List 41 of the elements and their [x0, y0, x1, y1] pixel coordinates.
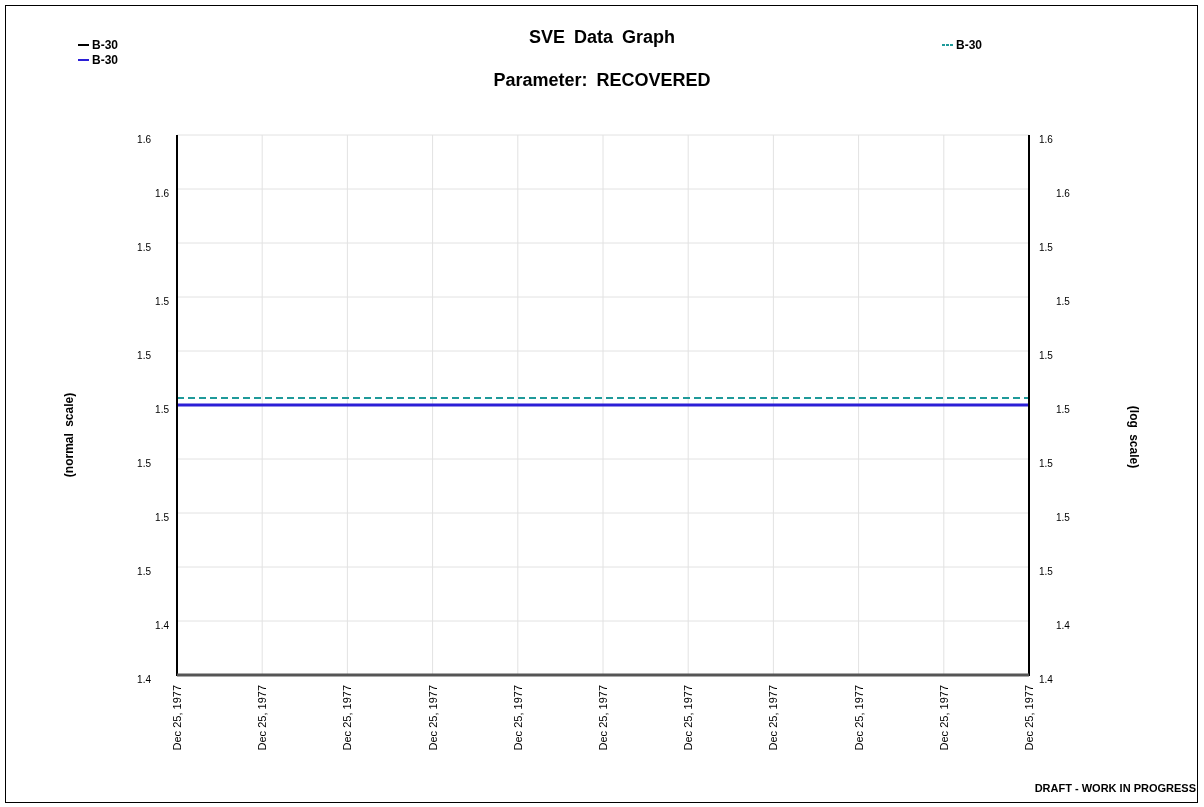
x-tick-label: Dec 25, 1977 — [937, 685, 950, 751]
x-tick-label: Dec 25, 1977 — [171, 685, 183, 751]
y-tick-label: 1.5 — [1039, 458, 1053, 469]
y-tick-label: 1.5 — [155, 296, 169, 307]
left-axis-title: (normal scale) — [62, 392, 76, 478]
y-tick-label: 1.5 — [137, 458, 151, 469]
y-tick-label: 1.5 — [1056, 296, 1070, 307]
y-tick-label: 1.5 — [137, 350, 151, 361]
draft-notice: DRAFT - WORK IN PROGRESS — [1034, 782, 1196, 794]
x-tick-label: Dec 25, 1977 — [1023, 685, 1035, 751]
y-tick-label: 1.5 — [155, 512, 169, 523]
x-tick-label: Dec 25, 1977 — [852, 685, 865, 751]
x-tick-label: Dec 25, 1977 — [256, 685, 269, 751]
chart-title: SVE Data Graph — [529, 27, 675, 47]
y-tick-label: 1.4 — [1039, 674, 1053, 685]
right-axis-title: (log scale) — [1127, 405, 1141, 469]
y-tick-label: 1.6 — [137, 134, 151, 145]
chart-subtitle: Parameter: RECOVERED — [493, 70, 711, 90]
x-tick-label: Dec 25, 1977 — [426, 685, 439, 751]
legend-label: B-30 — [92, 38, 118, 52]
x-tick-label: Dec 25, 1977 — [597, 685, 609, 751]
x-tick-label: Dec 25, 1977 — [682, 685, 695, 751]
y-tick-label: 1.5 — [137, 242, 151, 253]
x-tick-label: Dec 25, 1977 — [767, 685, 780, 751]
y-tick-label: 1.5 — [1056, 512, 1070, 523]
y-tick-label: 1.5 — [1039, 350, 1053, 361]
y-tick-label: 1.4 — [137, 674, 151, 685]
x-tick-label: Dec 25, 1977 — [341, 685, 354, 751]
legend-label: B-30 — [92, 53, 118, 67]
legend-label: B-30 — [956, 38, 982, 52]
y-tick-label: 1.5 — [1039, 242, 1053, 253]
y-tick-label: 1.6 — [1056, 188, 1070, 199]
y-tick-label: 1.6 — [1039, 134, 1053, 145]
y-tick-label: 1.5 — [1056, 404, 1070, 415]
y-tick-label: 1.6 — [155, 188, 169, 199]
x-tick-label: Dec 25, 1977 — [511, 685, 524, 751]
y-tick-label: 1.5 — [155, 404, 169, 415]
y-tick-label: 1.5 — [137, 566, 151, 577]
y-tick-label: 1.4 — [155, 620, 169, 631]
y-tick-label: 1.5 — [1039, 566, 1053, 577]
y-tick-label: 1.4 — [1056, 620, 1070, 631]
